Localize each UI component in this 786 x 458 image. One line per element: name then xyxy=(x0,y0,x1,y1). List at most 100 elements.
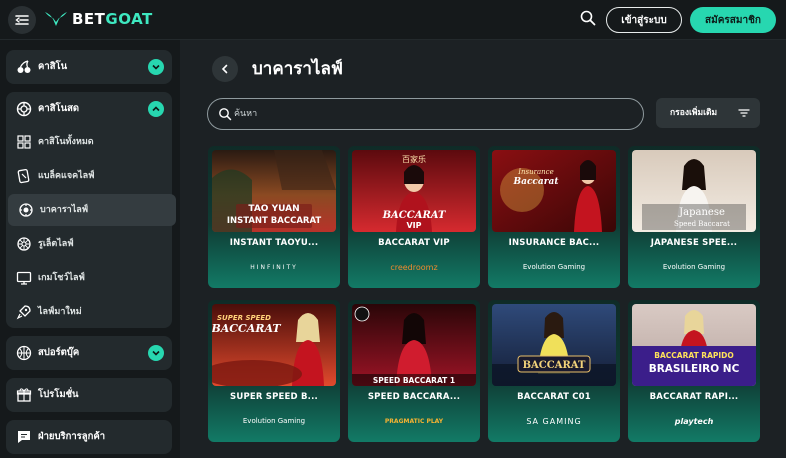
sidebar-subitem-label: ไลฟ์มาใหม่ xyxy=(38,307,82,317)
game-thumbnail: TAO YUAN INSTANT BACCARAT xyxy=(212,150,336,232)
chat-icon xyxy=(18,431,30,443)
gift-icon xyxy=(16,388,32,402)
provider-logo: PRAGMATIC PLAY xyxy=(384,417,444,425)
sidebar-item-promotions[interactable]: โปรโมชั่น xyxy=(6,378,172,412)
provider-logo: SA GAMING xyxy=(526,416,582,426)
provider-logo: HINFINITY xyxy=(250,263,298,271)
game-card[interactable]: BACCARAT BACCARAT C01 SA GAMING xyxy=(488,300,620,442)
sidebar-item-casino[interactable]: คาสิโน xyxy=(6,50,172,84)
game-thumbnail: Japanese Speed Baccarat xyxy=(632,150,756,232)
grid-icon xyxy=(17,135,31,149)
svg-text:INSTANT BACCARAT: INSTANT BACCARAT xyxy=(227,216,322,226)
filter-label: กรองเพิ่มเติม xyxy=(670,108,718,118)
chevron-down-icon[interactable] xyxy=(148,345,164,361)
game-name: BACCARAT VIP xyxy=(378,238,450,248)
sidebar-live-casino-card: คาสิโนสด คาสิโนทั้งหมด แบล็คแจคไลฟ์ บาคา… xyxy=(6,92,176,328)
game-card[interactable]: 百家乐 BACCARAT VIP BACCARAT VIP creedroomz xyxy=(348,146,480,288)
provider-logo: Evolution Gaming xyxy=(522,263,586,271)
game-name: JAPANESE SPEE... xyxy=(650,238,738,248)
sidebar-promotions-card: โปรโมชั่น xyxy=(6,378,172,412)
svg-text:百家乐: 百家乐 xyxy=(402,154,426,164)
game-name: INSTANT TAOYU... xyxy=(229,238,319,248)
cherry-icon xyxy=(17,60,31,73)
header-search-button[interactable] xyxy=(580,10,600,30)
back-button[interactable] xyxy=(212,56,238,82)
svg-text:BACCARAT: BACCARAT xyxy=(523,360,586,371)
sidebar-subitem-label: บาคาราไลฟ์ xyxy=(40,205,89,215)
game-card[interactable]: BACCARAT RAPIDO BRASILEIRO NC BACCARAT R… xyxy=(628,300,760,442)
sidebar-item-customer-support[interactable]: ฝ่ายบริการลูกค้า xyxy=(6,420,172,454)
svg-text:BACCARAT: BACCARAT xyxy=(212,322,281,335)
svg-text:Speed Baccarat: Speed Baccarat xyxy=(674,220,730,228)
sidebar-subitem-label: รูเล็ตไลฟ์ xyxy=(38,239,74,249)
game-card[interactable]: SPEED BACCARAT 1 SPEED BACCARA... PRAGMA… xyxy=(348,300,480,442)
svg-text:BRASILEIRO NC: BRASILEIRO NC xyxy=(649,363,740,375)
game-card[interactable]: Japanese Speed Baccarat JAPANESE SPEE...… xyxy=(628,146,760,288)
more-filters-button[interactable]: กรองเพิ่มเติม xyxy=(656,98,760,128)
site-logo[interactable]: BETGOAT xyxy=(44,8,153,30)
sidebar-subitem-game-show[interactable]: เกมโชว์ไลฟ์ xyxy=(6,262,172,294)
game-card[interactable]: Insurance Baccarat INSURANCE BAC... Evol… xyxy=(488,146,620,288)
chip-icon xyxy=(19,203,33,217)
game-name: SUPER SPEED B... xyxy=(230,392,318,402)
game-card[interactable]: SUPER SPEED BACCARAT SUPER SPEED B... Ev… xyxy=(208,300,340,442)
sidebar-subitem-new-live[interactable]: ไลฟ์มาใหม่ xyxy=(6,296,172,328)
svg-text:SUPER SPEED: SUPER SPEED xyxy=(217,314,271,322)
sidebar: คาสิโน คาสิโนสด คาสิโนทั้งหมด แบล็คแจคไล… xyxy=(0,40,180,458)
provider-logo: creedroomz xyxy=(390,262,438,272)
chevron-down-icon[interactable] xyxy=(148,59,164,75)
sidebar-subitem-roulette[interactable]: รูเล็ตไลฟ์ xyxy=(6,228,172,260)
logo-text-bet: BET xyxy=(72,10,106,28)
sidebar-subitem-blackjack[interactable]: แบล็คแจคไลฟ์ xyxy=(6,160,172,192)
game-name: BACCARAT RAPI... xyxy=(649,392,739,402)
svg-text:TAO YUAN: TAO YUAN xyxy=(248,204,299,214)
game-name: SPEED BACCARA... xyxy=(367,392,461,402)
game-thumbnail: Insurance Baccarat xyxy=(492,150,616,232)
signup-button[interactable]: สมัครสมาชิก xyxy=(690,7,776,33)
menu-collapse-icon xyxy=(15,15,29,25)
monitor-icon xyxy=(16,271,32,285)
sidebar-item-label: คาสิโนสด xyxy=(38,103,80,114)
provider-logo: Evolution Gaming xyxy=(662,263,726,271)
casino-chip-icon xyxy=(16,101,32,117)
sidebar-item-live-casino[interactable]: คาสิโนสด xyxy=(6,92,172,126)
sidebar-support-card: ฝ่ายบริการลูกค้า xyxy=(6,420,172,454)
login-button[interactable]: เข้าสู่ระบบ xyxy=(606,7,682,33)
sidebar-item-sportsbook[interactable]: สปอร์ตบุ๊ค xyxy=(6,336,172,370)
search-icon xyxy=(219,108,232,121)
provider-logo: Evolution Gaming xyxy=(242,417,306,425)
game-thumbnail: SUPER SPEED BACCARAT xyxy=(212,304,336,386)
top-header: BETGOAT เข้าสู่ระบบ สมัครสมาชิก xyxy=(0,0,786,40)
game-search-box[interactable] xyxy=(207,98,644,130)
sidebar-subitem-label: เกมโชว์ไลฟ์ xyxy=(38,273,85,283)
game-thumbnail: BACCARAT xyxy=(492,304,616,386)
chevron-left-icon xyxy=(221,64,228,74)
svg-text:Insurance: Insurance xyxy=(517,168,553,176)
cards-icon xyxy=(17,168,30,184)
game-name: BACCARAT C01 xyxy=(517,392,591,402)
sidebar-subitem-baccarat[interactable]: บาคาราไลฟ์ xyxy=(8,194,176,226)
svg-text:Japanese: Japanese xyxy=(678,207,725,218)
sidebar-subitem-all-casino[interactable]: คาสิโนทั้งหมด xyxy=(6,126,172,158)
provider-logo: playtech xyxy=(674,416,714,426)
game-thumbnail: BACCARAT RAPIDO BRASILEIRO NC xyxy=(632,304,756,386)
page-title: บาคาราไลฟ์ xyxy=(252,59,343,79)
sidebar-subitem-label: แบล็คแจคไลฟ์ xyxy=(38,171,95,181)
basketball-icon xyxy=(16,345,32,361)
rocket-icon xyxy=(16,305,31,320)
svg-text:Baccarat: Baccarat xyxy=(513,177,560,187)
chevron-up-icon[interactable] xyxy=(148,101,164,117)
logo-text-goat: GOAT xyxy=(105,10,153,28)
svg-text:BACCARAT: BACCARAT xyxy=(382,210,447,221)
search-icon xyxy=(580,10,596,26)
game-card[interactable]: TAO YUAN INSTANT BACCARAT INSTANT TAOYU.… xyxy=(208,146,340,288)
menu-collapse-button[interactable] xyxy=(8,6,36,34)
main-content: บาคาราไลฟ์ กรองเพิ่มเติม TAO YUAN INSTAN… xyxy=(180,40,786,458)
svg-text:VIP: VIP xyxy=(406,221,421,230)
filter-icon xyxy=(738,109,750,117)
search-input[interactable] xyxy=(234,99,634,128)
goat-logo-icon xyxy=(45,12,67,26)
svg-text:SPEED BACCARAT 1: SPEED BACCARAT 1 xyxy=(373,376,455,385)
svg-text:BACCARAT RAPIDO: BACCARAT RAPIDO xyxy=(654,351,734,360)
game-thumbnail: 百家乐 BACCARAT VIP xyxy=(352,150,476,232)
